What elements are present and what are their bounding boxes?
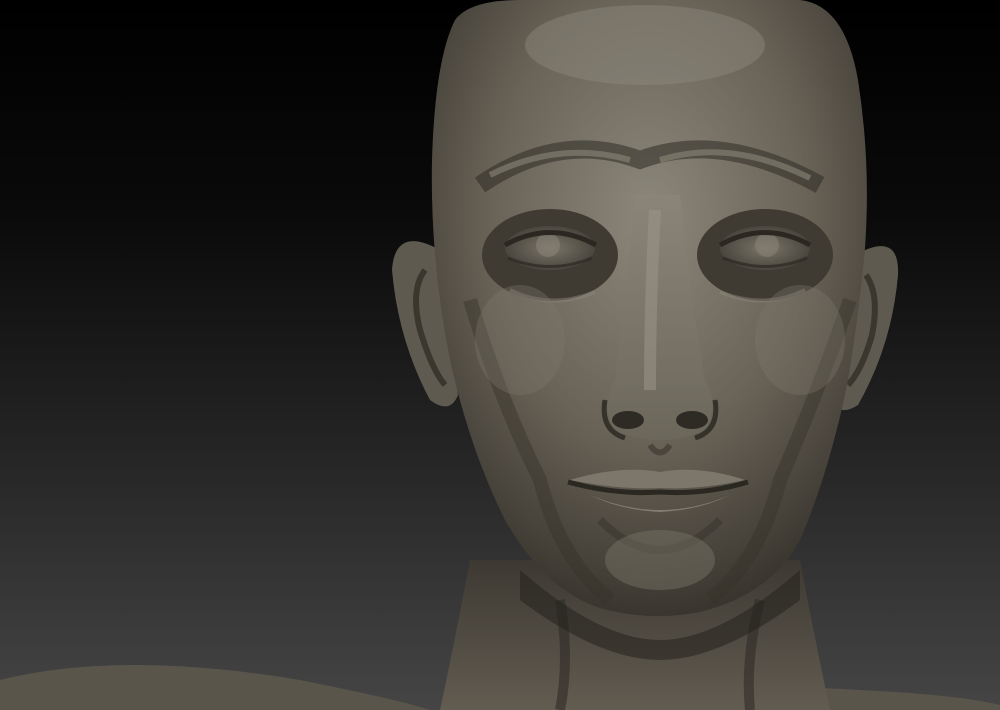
shoulders bbox=[0, 665, 430, 710]
right-eye bbox=[718, 226, 812, 270]
sculpt-viewport[interactable] bbox=[0, 0, 1000, 710]
head-sculpt-render bbox=[0, 0, 1000, 710]
